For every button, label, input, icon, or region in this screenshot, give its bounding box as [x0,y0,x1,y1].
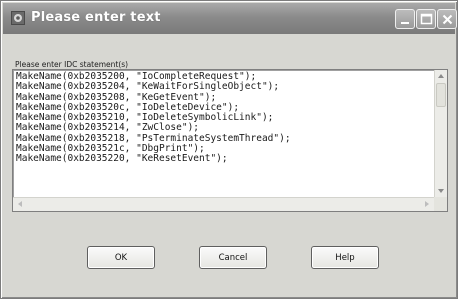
scrollbar-corner [434,197,447,211]
maximize-icon [420,13,433,25]
cancel-button[interactable]: Cancel [199,246,267,269]
minimize-icon [401,22,409,24]
app-icon [11,11,25,25]
scroll-left-arrow-icon[interactable] [14,198,26,210]
idc-statement-textarea[interactable]: MakeName(0xb2035200, "IoCompleteRequest"… [12,69,448,212]
minimize-button[interactable] [395,9,415,29]
scroll-up-arrow-icon[interactable] [435,70,447,82]
prompt-label: Please enter IDC statement(s) [15,60,129,69]
text-line: MakeName(0xb2035220, "KeResetEvent"); [16,153,228,165]
vertical-scrollbar[interactable] [434,70,447,197]
window-title: Please enter text [31,10,161,25]
maximize-button[interactable] [416,9,436,29]
text-content: MakeName(0xb2035200, "IoCompleteRequest"… [16,71,291,165]
horizontal-scrollbar[interactable] [13,197,434,211]
close-button[interactable] [437,9,457,29]
vertical-scroll-thumb[interactable] [436,83,446,107]
title-bar[interactable]: Please enter text [3,3,457,34]
dialog-window: Please enter text Please enter IDC state… [0,0,458,299]
scroll-down-arrow-icon[interactable] [435,185,447,197]
ok-button[interactable]: OK [87,246,155,269]
scroll-right-arrow-icon[interactable] [421,198,433,210]
help-button[interactable]: Help [311,246,379,269]
close-icon [442,14,453,25]
